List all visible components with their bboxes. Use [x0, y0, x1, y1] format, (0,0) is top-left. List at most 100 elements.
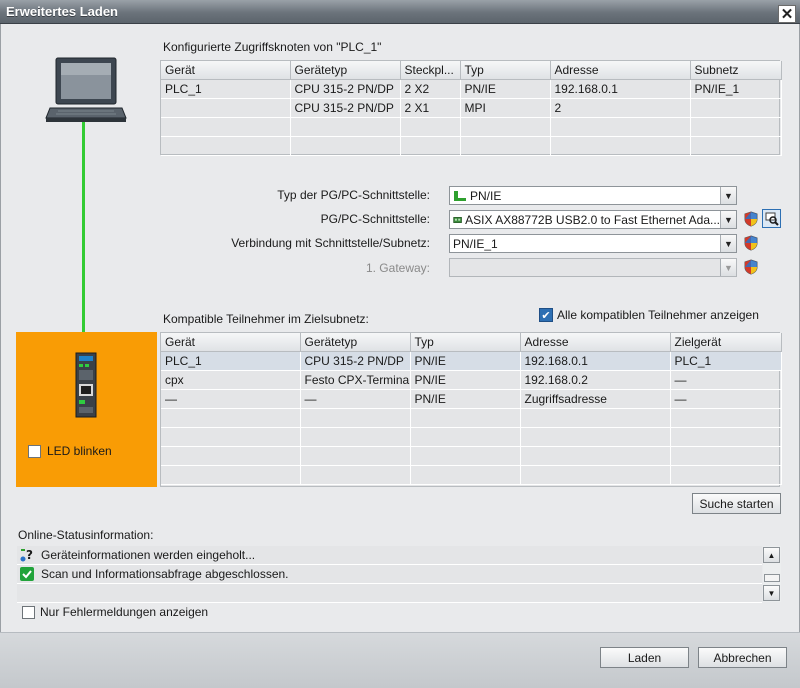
- status-list[interactable]: ? Geräteinformationen werden eingeholt..…: [17, 546, 762, 603]
- table-cell: —: [670, 370, 782, 390]
- table-cell: PN/IE: [460, 79, 551, 99]
- table-cell: [670, 408, 782, 428]
- start-search-button[interactable]: Suche starten: [692, 493, 781, 514]
- window-title: Erweitertes Laden: [6, 4, 118, 19]
- status-item: ? Geräteinformationen werden eingeholt..…: [17, 546, 762, 565]
- chevron-down-icon[interactable]: ▼: [720, 187, 736, 204]
- table-cell: [300, 427, 411, 447]
- status-item-empty: [17, 584, 762, 603]
- table-row[interactable]: — — PN/IE Zugriffsadresse —: [161, 389, 782, 409]
- led-blink-checkbox[interactable]: [28, 445, 41, 458]
- table-cell: PLC_1: [670, 351, 782, 371]
- table-cell: PN/IE: [410, 389, 521, 409]
- table-cell: [670, 465, 782, 485]
- table-row[interactable]: [161, 446, 782, 466]
- table-row[interactable]: [161, 408, 782, 428]
- table-cell: [300, 465, 411, 485]
- table-cell: MPI: [460, 98, 551, 118]
- scroll-thumb[interactable]: [764, 574, 780, 582]
- title-bar: Erweitertes Laden ✕: [0, 0, 800, 24]
- plc-device-icon: [75, 352, 97, 418]
- column-header[interactable]: Steckpl...: [400, 61, 461, 80]
- table-cell: [400, 136, 461, 156]
- close-button[interactable]: ✕: [778, 5, 796, 23]
- column-header[interactable]: Gerät: [161, 61, 291, 80]
- table-row[interactable]: PLC_1 CPU 315-2 PN/DP 2 X2 PN/IE 192.168…: [161, 79, 782, 99]
- configured-nodes-table[interactable]: Gerät Gerätetyp Steckpl... Typ Adresse S…: [160, 60, 782, 156]
- table-cell: [550, 117, 691, 137]
- table-row[interactable]: [161, 427, 782, 447]
- status-scrollbar[interactable]: ▲ ▼: [763, 546, 781, 602]
- column-header[interactable]: Subnetz: [690, 61, 782, 80]
- shield-icon[interactable]: [743, 259, 759, 275]
- scroll-up-button[interactable]: ▲: [763, 547, 780, 563]
- table-cell: [690, 136, 782, 156]
- load-button[interactable]: Laden: [600, 647, 689, 668]
- table-cell: 192.168.0.2: [520, 370, 671, 390]
- column-header[interactable]: Adresse: [520, 333, 671, 352]
- table-cell: [410, 446, 521, 466]
- properties-button[interactable]: [762, 209, 781, 228]
- pgpc-interface-label: PG/PC-Schnittstelle:: [320, 212, 430, 226]
- shield-icon[interactable]: [743, 235, 759, 251]
- column-header[interactable]: Adresse: [550, 61, 691, 80]
- compatible-devices-heading: Kompatible Teilnehmer im Zielsubnetz:: [163, 312, 369, 326]
- show-all-label: Alle kompatiblen Teilnehmer anzeigen: [557, 308, 759, 322]
- column-header[interactable]: Gerätetyp: [290, 61, 401, 80]
- start-search-label: Suche starten: [699, 496, 774, 511]
- close-icon: ✕: [780, 5, 794, 23]
- connection-value: PN/IE_1: [453, 236, 498, 251]
- table-cell: Zugriffsadresse: [520, 389, 671, 409]
- table-cell: 192.168.0.1: [520, 351, 671, 371]
- pgpc-interface-value: ASIX AX88772B USB2.0 to Fast Ethernet Ad…: [465, 212, 720, 227]
- shield-icon[interactable]: [743, 211, 759, 227]
- table-cell: [161, 427, 301, 447]
- gateway-select[interactable]: ▼: [449, 258, 737, 277]
- table-cell: PLC_1: [161, 351, 301, 371]
- column-header[interactable]: Typ: [460, 61, 551, 80]
- show-all-checkbox[interactable]: ✔: [539, 308, 553, 322]
- table-row[interactable]: [161, 136, 782, 156]
- table-cell: [161, 98, 291, 118]
- interface-type-select[interactable]: PN/IE ▼: [449, 186, 737, 205]
- connection-line: [82, 122, 85, 354]
- status-heading: Online-Statusinformation:: [18, 528, 154, 542]
- column-header[interactable]: Gerätetyp: [300, 333, 411, 352]
- errors-only-label: Nur Fehlermeldungen anzeigen: [40, 605, 209, 619]
- magnifier-icon: [765, 212, 779, 226]
- table-cell: [410, 427, 521, 447]
- pgpc-interface-select[interactable]: ASIX AX88772B USB2.0 to Fast Ethernet Ad…: [449, 210, 737, 229]
- column-header[interactable]: Zielgerät: [670, 333, 782, 352]
- table-cell: [550, 136, 691, 156]
- table-cell: PLC_1: [161, 79, 291, 99]
- table-cell: [690, 117, 782, 137]
- compatible-devices-table[interactable]: Gerät Gerätetyp Typ Adresse Zielgerät PL…: [160, 332, 782, 487]
- table-row-selected[interactable]: PLC_1 CPU 315-2 PN/DP PN/IE 192.168.0.1 …: [161, 351, 782, 371]
- status-item: Scan und Informationsabfrage abgeschloss…: [17, 565, 762, 584]
- table-row[interactable]: CPU 315-2 PN/DP 2 X1 MPI 2: [161, 98, 782, 118]
- table-cell: [290, 117, 401, 137]
- table-cell: [161, 408, 301, 428]
- table-row[interactable]: [161, 117, 782, 137]
- table-cell: CPU 315-2 PN/DP: [300, 351, 411, 371]
- cancel-button[interactable]: Abbrechen: [698, 647, 787, 668]
- table-cell: CPU 315-2 PN/DP: [290, 79, 401, 99]
- table-row[interactable]: [161, 465, 782, 485]
- table-cell: [290, 136, 401, 156]
- check-icon: ✔: [541, 309, 551, 322]
- table-cell: [520, 446, 671, 466]
- column-header[interactable]: Typ: [410, 333, 521, 352]
- chevron-down-icon[interactable]: ▼: [720, 211, 736, 228]
- chevron-down-icon[interactable]: ▼: [720, 235, 736, 252]
- table-row[interactable]: cpx Festo CPX-Terminal PN/IE 192.168.0.2…: [161, 370, 782, 390]
- network-card-icon: [453, 216, 462, 223]
- table-cell: [161, 117, 291, 137]
- table-cell: —: [300, 389, 411, 409]
- connection-select[interactable]: PN/IE_1 ▼: [449, 234, 737, 253]
- scroll-down-button[interactable]: ▼: [763, 585, 780, 601]
- errors-only-checkbox[interactable]: [22, 606, 35, 619]
- table-cell: PN/IE: [410, 351, 521, 371]
- table-cell: [460, 117, 551, 137]
- table-cell: 2 X2: [400, 79, 461, 99]
- column-header[interactable]: Gerät: [161, 333, 301, 352]
